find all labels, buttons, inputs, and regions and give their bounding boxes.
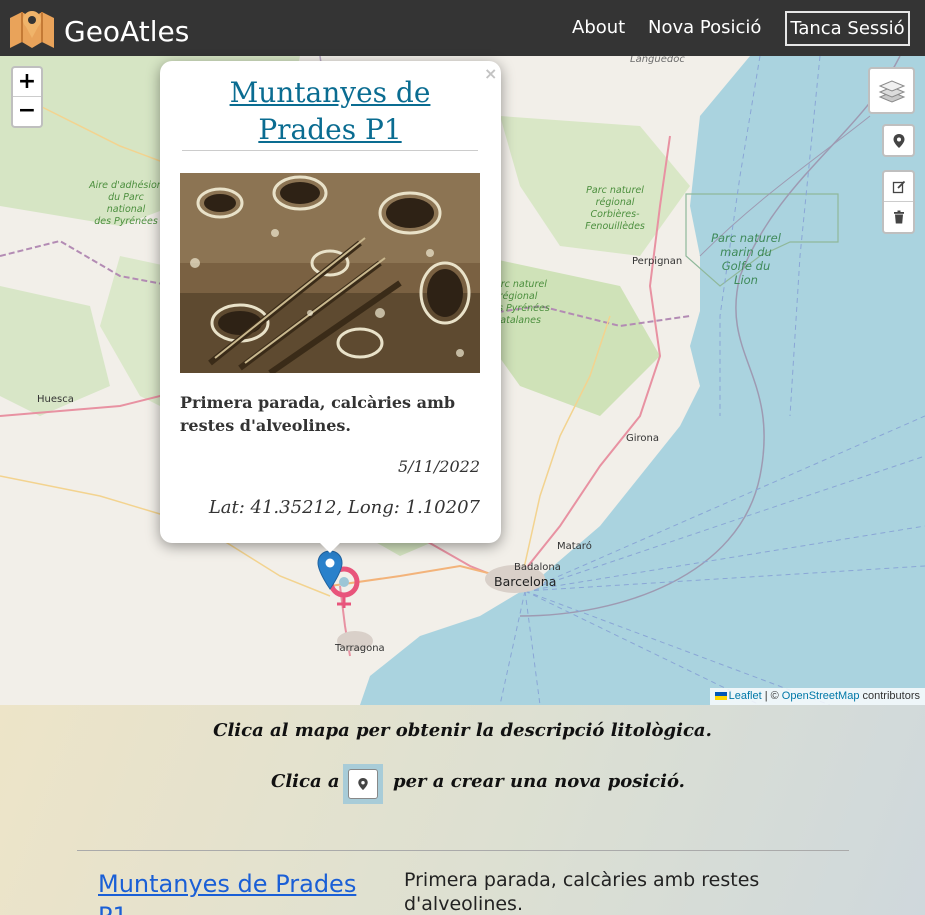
zoom-out-button[interactable]: − <box>13 97 41 126</box>
micrograph-image <box>180 173 480 373</box>
trash-icon <box>893 210 904 224</box>
delete-layers-button[interactable] <box>884 202 913 232</box>
instruction-create-before: Clica a <box>271 771 340 792</box>
edit-layers-button[interactable] <box>884 172 913 202</box>
nav-about-link[interactable]: About <box>572 17 625 38</box>
map-label-aire-1: Aire d'adhésion <box>88 180 163 191</box>
list-item-description: Primera parada, calcàries amb restes d'a… <box>404 869 760 915</box>
map-label-golfe-2: marin du <box>720 245 772 259</box>
layers-icon <box>878 79 905 103</box>
leaflet-link[interactable]: Leaflet <box>729 690 762 702</box>
map-attribution: Leaflet | © OpenStreetMap contributors <box>709 688 925 705</box>
edit-toolbar <box>882 170 915 234</box>
list-item-title[interactable]: Muntanyes de Prades P1 <box>98 868 388 915</box>
layers-button[interactable] <box>868 67 915 114</box>
map-label-mataro: Mataró <box>557 540 592 552</box>
popup-date: 5/11/2022 <box>397 457 480 476</box>
map-label-girona: Girona <box>626 433 659 444</box>
edit-icon <box>892 180 905 193</box>
instruction-marker-icon <box>343 764 383 804</box>
thin-section-photo <box>180 173 480 373</box>
popup-close-button[interactable]: × <box>484 64 497 83</box>
map-label-golfe-1: Parc naturel <box>711 231 782 245</box>
map-label-golfe-4: Lion <box>734 273 758 287</box>
map-label-corbieres-2: régional <box>596 197 635 208</box>
section-divider <box>77 850 849 851</box>
osm-link[interactable]: OpenStreetMap <box>782 690 860 702</box>
map-label-catalanes-4: catalanes <box>495 315 541 326</box>
map-label-tarragona: Tarragona <box>334 643 385 654</box>
attribution-contributors: contributors <box>862 690 920 702</box>
brand[interactable]: GeoAtles <box>8 3 189 53</box>
map-pin-marker[interactable] <box>317 550 343 590</box>
map-label-catalanes-2: régional <box>499 291 538 302</box>
attribution-separator: | © <box>764 690 779 702</box>
map-label-badalona: Badalona <box>514 562 561 573</box>
popup-description: Primera parada, calcàries amb restes d'a… <box>180 393 456 435</box>
map-label-barcelona: Barcelona <box>494 574 556 589</box>
ukraine-flag-icon <box>714 692 727 701</box>
logout-button[interactable]: Tanca Sessió <box>785 11 910 46</box>
add-marker-button[interactable] <box>882 124 915 157</box>
navbar: GeoAtles About Nova Posició Tanca Sessió <box>0 0 925 56</box>
map-label-perpignan: Perpignan <box>632 256 682 267</box>
map-label-corbieres-4: Fenouillèdes <box>585 221 645 232</box>
instruction-create-after: per a crear una nova posició. <box>393 771 685 792</box>
map-label-corbieres-3: Corbières- <box>591 209 641 220</box>
popup-divider <box>182 150 478 151</box>
map-label-languedoc: Languedoc <box>630 56 685 65</box>
map-logo-icon <box>10 11 54 48</box>
map-marker-icon <box>358 778 368 790</box>
popup-tip <box>318 541 342 553</box>
zoom-control: + − <box>11 66 43 128</box>
map-label-corbieres-1: Parc naturel <box>586 185 644 196</box>
brand-name: GeoAtles <box>64 14 190 48</box>
popup-title-link[interactable]: Muntanyes de Prades P1 <box>180 74 480 148</box>
instruction-map-click: Clica al mapa per obtenir la descripció … <box>213 720 712 741</box>
map-label-aire-4: des Pyrénées <box>94 216 158 227</box>
map-label-aire-3: national <box>107 204 146 215</box>
map-marker-icon <box>893 133 904 148</box>
nav-new-position-link[interactable]: Nova Posició <box>648 17 761 38</box>
map-label-huesca: Huesca <box>37 394 74 405</box>
marker-button-sample <box>348 769 378 799</box>
map-label-aire-2: du Parc <box>108 192 145 203</box>
zoom-in-button[interactable]: + <box>13 68 41 97</box>
popup-coordinates: Lat: 41.35212, Long: 1.10207 <box>208 497 480 518</box>
map-label-golfe-3: Golfe du <box>722 259 771 273</box>
